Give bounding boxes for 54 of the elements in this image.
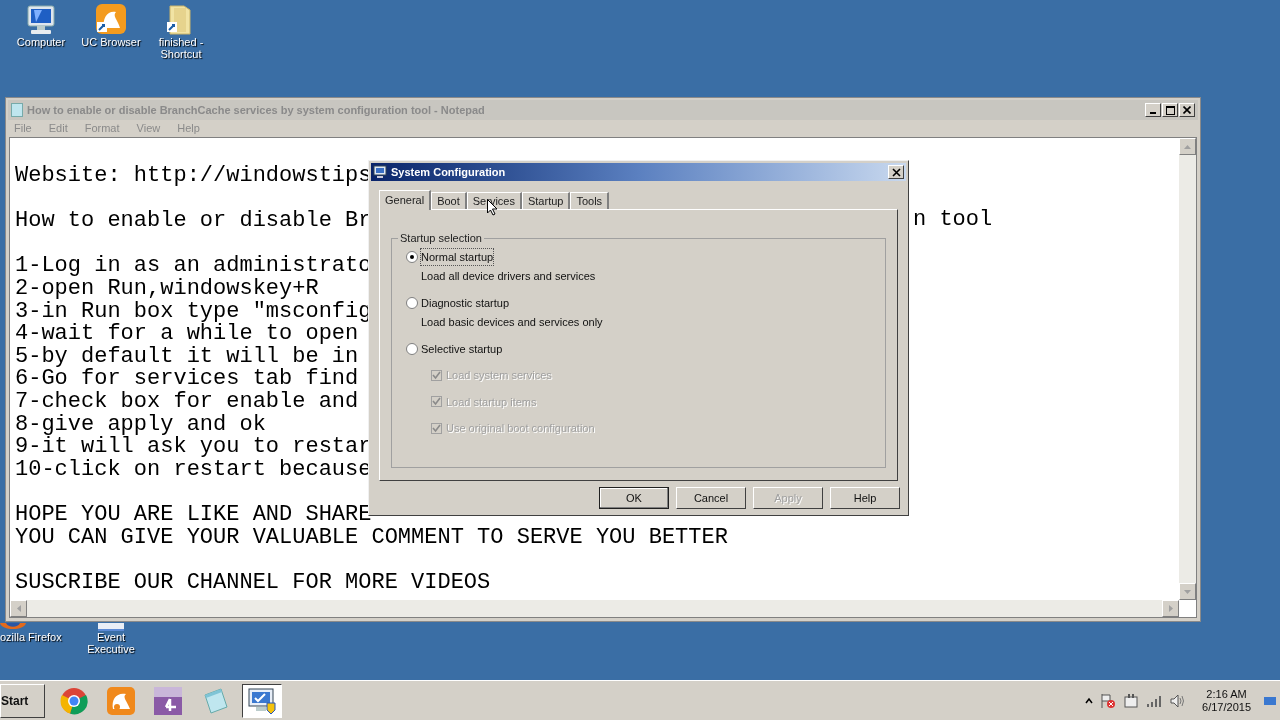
signal-bars-icon[interactable]: [1146, 693, 1163, 708]
text-line: Website: http://windowstips: [15, 163, 372, 188]
minimize-button[interactable]: [1145, 103, 1161, 117]
text-line: HOPE YOU ARE LIKE AND SHARE: [15, 501, 372, 527]
dialog-button[interactable]: Help: [830, 487, 900, 509]
dialog-button[interactable]: Cancel: [676, 487, 746, 509]
radio-button[interactable]: [406, 342, 418, 355]
scroll-right-icon[interactable]: [1162, 600, 1179, 617]
tab[interactable]: General: [379, 190, 432, 210]
browser-icon[interactable]: [94, 4, 128, 36]
maximize-button[interactable]: [1162, 103, 1178, 117]
taskbar-msconfig-icon[interactable]: [242, 683, 282, 718]
text-line: n tool: [913, 209, 993, 232]
window-title: How to enable or disable BranchCache services by system configuration tool - Notepad: [27, 102, 486, 118]
icon-label: UC Browser: [81, 36, 141, 48]
computer-icon[interactable]: [24, 4, 58, 36]
radio-label[interactable]: Diagnostic startup: [421, 294, 510, 311]
window-title: System Configuration: [391, 164, 507, 180]
close-button[interactable]: [1179, 103, 1195, 117]
text-line: 8-give apply and ok: [15, 411, 266, 437]
chevron-up-icon[interactable]: [1085, 696, 1094, 705]
icon-label: ozilla Firefox: [0, 631, 63, 643]
monitor-icon: [373, 165, 387, 179]
option-description: Load all device drivers and services: [421, 269, 597, 284]
start-button[interactable]: Start: [0, 683, 45, 718]
clock-time[interactable]: 2:16 AM: [1206, 687, 1247, 701]
radio-button[interactable]: [406, 296, 418, 309]
power-plug-icon[interactable]: [1123, 692, 1140, 709]
icon-label: Event Executive: [87, 631, 135, 655]
minimize-icon: [1150, 112, 1156, 114]
flag-icon[interactable]: [1100, 692, 1117, 709]
clock-date[interactable]: 6/17/2015: [1202, 700, 1251, 714]
scroll-left-icon[interactable]: [10, 600, 27, 617]
maximize-icon: [1165, 105, 1175, 115]
scroll-down-icon[interactable]: [1179, 583, 1196, 600]
speaker-icon[interactable]: [1169, 692, 1186, 709]
radio-label[interactable]: Selective startup: [421, 340, 503, 357]
text-line: How to enable or disable Br: [15, 208, 372, 234]
text-line: YOU CAN GIVE YOUR VALUABLE COMMENT TO SERVE YOU BETTER: [15, 524, 728, 550]
scroll-up-icon[interactable]: [1179, 138, 1196, 155]
group-label: Startup selection: [399, 231, 483, 246]
option-description: Load basic devices and services only: [421, 315, 604, 330]
icon-label: Computer: [16, 36, 66, 48]
radio-button[interactable]: [406, 250, 418, 263]
dialog-button[interactable]: OK: [599, 487, 669, 509]
show-desktop-icon[interactable]: [1264, 696, 1276, 705]
close-icon: [1183, 106, 1191, 114]
close-button[interactable]: [888, 165, 904, 179]
notepad-icon: [11, 103, 23, 117]
horizontal-scrollbar[interactable]: [10, 600, 1179, 617]
radio-label[interactable]: Normal startup: [421, 248, 494, 265]
text-line: SUSCRIBE OUR CHANNEL FOR MORE VIDEOS: [15, 569, 491, 595]
vertical-scrollbar[interactable]: [1179, 138, 1196, 600]
icon-label: finished - Shortcut: [158, 36, 204, 60]
